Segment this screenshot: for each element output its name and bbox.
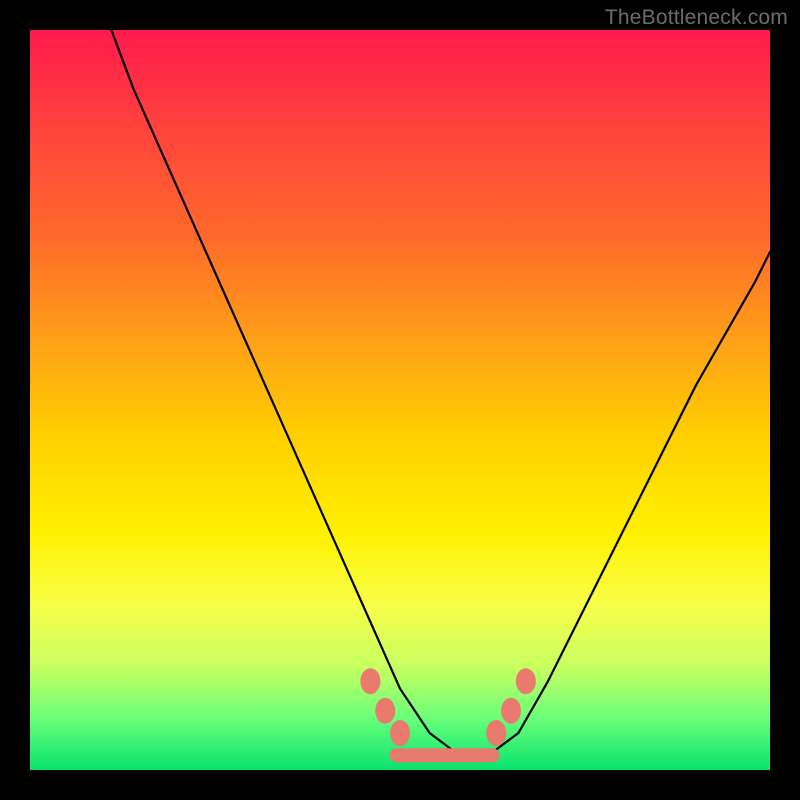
outer-frame: TheBottleneck.com xyxy=(0,0,800,800)
left-cluster-3 xyxy=(390,720,410,746)
right-cluster-1 xyxy=(486,720,506,746)
left-cluster-2 xyxy=(375,698,395,724)
left-cluster-1 xyxy=(360,668,380,694)
bottleneck-curve-path xyxy=(111,30,770,755)
chart-plot-area xyxy=(30,30,770,770)
watermark-text: TheBottleneck.com xyxy=(605,6,788,30)
right-cluster-3 xyxy=(516,668,536,694)
bottleneck-curve-svg xyxy=(30,30,770,770)
valley-bar xyxy=(389,748,499,762)
right-cluster-2 xyxy=(501,698,521,724)
